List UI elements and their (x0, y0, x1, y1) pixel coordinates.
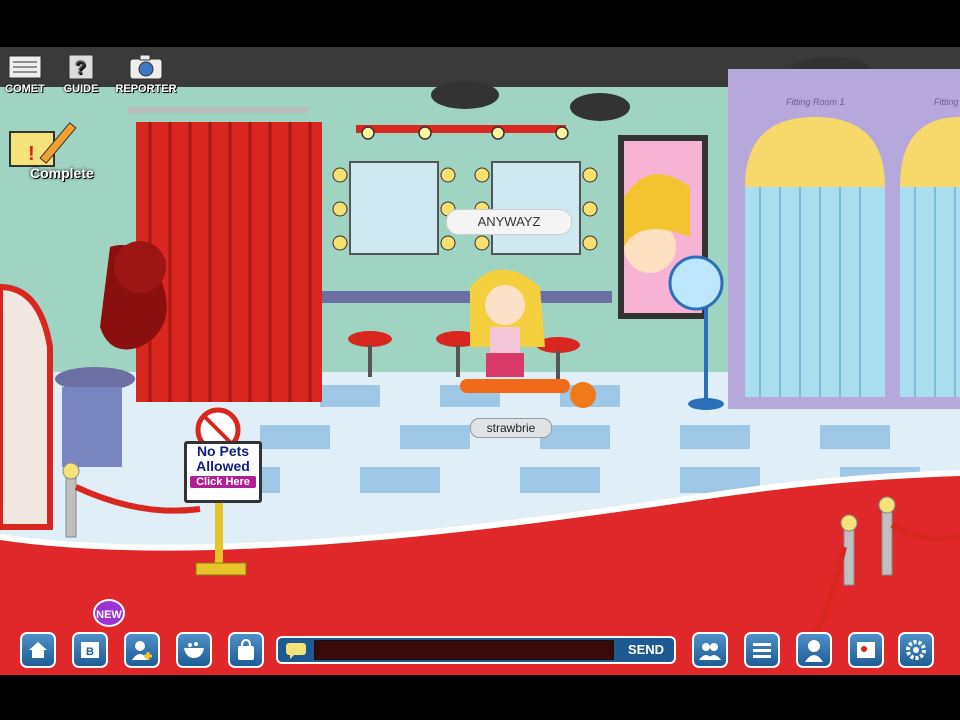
friends-icon (699, 643, 721, 660)
new-badge: NEW (93, 599, 125, 627)
chat-bar: SEND (276, 636, 676, 664)
pet-bowl-button[interactable] (176, 632, 212, 668)
room-background: Fitting Room 1 Fitting (0, 47, 960, 675)
list-button[interactable] (744, 632, 780, 668)
svg-text:!: ! (28, 143, 35, 165)
svg-text:?: ? (75, 58, 86, 78)
map-icon (857, 642, 875, 658)
notebook-icon: B (81, 642, 99, 658)
quest-complete-label[interactable]: Complete (30, 165, 94, 181)
comet-button[interactable]: COMET (0, 47, 50, 95)
profile-button[interactable] (796, 632, 832, 668)
bag-icon (238, 638, 254, 660)
no-pets-sign[interactable]: No Pets Allowed Click Here (184, 441, 262, 503)
sign-line-2: Allowed (196, 458, 250, 474)
sign-line-1: No Pets (196, 443, 250, 459)
home-icon (29, 642, 47, 658)
settings-button[interactable] (898, 632, 934, 668)
bowl-icon (184, 642, 204, 658)
reporter-button[interactable]: REPORTER (110, 47, 182, 95)
notebook-button[interactable]: B (72, 632, 108, 668)
chat-bubble: ANYWAYZ (446, 209, 572, 235)
game-scene[interactable]: Fitting Room 1 Fitting (0, 47, 960, 675)
newspaper-icon (8, 55, 42, 79)
comet-label: COMET (5, 83, 45, 95)
camera-icon (129, 54, 163, 80)
fitting-room-sign: Fitting Room 1 (786, 97, 845, 107)
list-icon (753, 643, 771, 658)
profile-icon (805, 640, 823, 662)
settings-icon (906, 640, 926, 660)
inventory-bag-button[interactable] (228, 632, 264, 668)
add-friend-button[interactable] (124, 632, 160, 668)
svg-text:B: B (86, 646, 94, 658)
chat-input[interactable] (314, 640, 614, 660)
player-name-tag[interactable]: strawbrie (470, 418, 552, 438)
chat-icon[interactable] (284, 641, 308, 659)
friend-add-icon (132, 641, 152, 660)
guide-button[interactable]: ? GUIDE (56, 47, 106, 95)
friends-button[interactable] (692, 632, 728, 668)
fitting-room-sign-2: Fitting (934, 97, 959, 107)
guide-label: GUIDE (63, 83, 99, 95)
reporter-label: REPORTER (115, 83, 177, 95)
home-button[interactable] (20, 632, 56, 668)
send-button[interactable]: SEND (618, 638, 674, 662)
map-button[interactable] (848, 632, 884, 668)
question-book-icon: ? (68, 54, 94, 80)
sign-click-here-link[interactable]: Click Here (190, 476, 256, 488)
